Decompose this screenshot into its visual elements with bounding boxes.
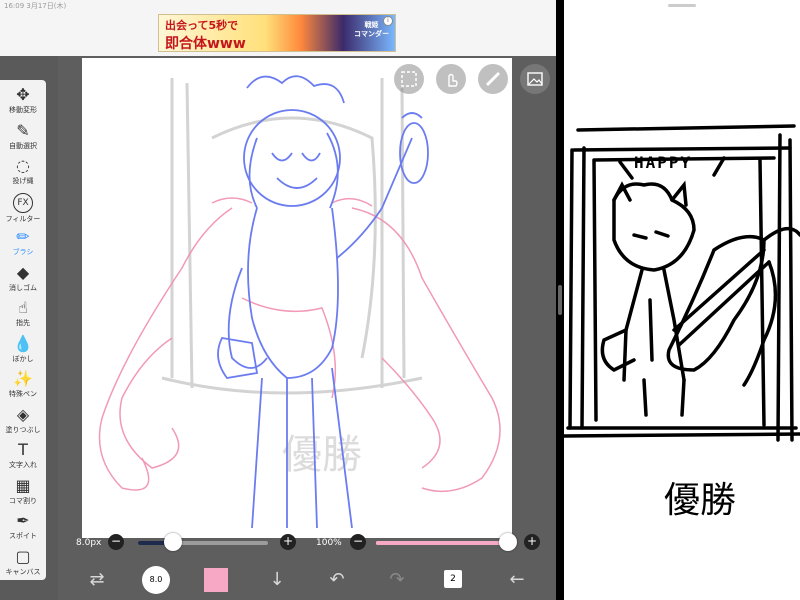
split-view-divider[interactable] <box>556 0 564 600</box>
swap-tool-icon[interactable]: ⇄ <box>84 568 110 592</box>
canvas-icon: ▢ <box>15 546 31 566</box>
tool-text[interactable]: T 文字入れ <box>0 439 46 475</box>
ad-strip: 出会って5秒で 即合体www 戦姫 コマンダー i <box>0 12 556 56</box>
tool-fill[interactable]: ◈ 塗りつぶし <box>0 404 46 440</box>
tool-label: キャンバス <box>5 567 41 576</box>
brush-size-decrease-button[interactable]: − <box>108 534 124 550</box>
eraser-icon: ◆ <box>16 262 30 282</box>
brush-size-knob[interactable] <box>164 533 183 551</box>
text-icon: T <box>18 440 28 459</box>
reference-image-button[interactable] <box>520 64 550 94</box>
tool-label: 自動選択 <box>9 141 37 150</box>
tool-label: コマ割り <box>9 496 37 505</box>
tool-filter[interactable]: FX フィルター <box>0 191 46 227</box>
canvas-sketch: 優勝 <box>98 75 501 529</box>
frame-divider-icon: ▦ <box>15 475 31 495</box>
tool-label: フィルター <box>5 214 41 223</box>
tool-brush[interactable]: ✏ ブラシ <box>0 226 46 262</box>
drawing-canvas[interactable]: 優勝 <box>82 58 512 538</box>
fill-icon: ◈ <box>16 404 30 424</box>
status-time: 16:09 3月17日(木) <box>4 2 67 10</box>
tool-label: 消しゴム <box>9 283 37 292</box>
selection-tool-button[interactable] <box>394 64 424 94</box>
tool-magic-wand[interactable]: ✎ 自動選択 <box>0 120 46 156</box>
opacity-decrease-button[interactable]: − <box>350 534 366 550</box>
canvas-watermark-text: 優勝 <box>282 432 362 478</box>
happy-text: HAPPY <box>634 153 692 172</box>
slider-row: 8.0px − + 100% − + <box>58 530 556 556</box>
brush-size-value: 8.0px <box>76 538 102 548</box>
bottom-bar: ⇄ 8.0 ↓ ↶ ↷ 2 ← <box>58 560 556 600</box>
reference-sketch-panel: HAPPY 優勝 <box>564 0 800 600</box>
tool-blur[interactable]: 💧 ぼかし <box>0 333 46 369</box>
tool-lasso[interactable]: ◌ 投げ縄 <box>0 155 46 191</box>
tool-palette: ✥ 移動変形 ✎ 自動選択 ◌ 投げ縄 FX フィルター ✏ ブラシ ◆ 消しゴム ☝ 指先 💧 ぼかし ✨ 特殊… <box>0 80 46 580</box>
brush-preview-button[interactable]: 8.0 <box>142 566 170 594</box>
ad-info-icon[interactable]: i <box>383 16 393 26</box>
opacity-value: 100% <box>316 538 342 548</box>
ad-headline: 出会って5秒で <box>165 19 239 32</box>
ibis-paint-app: 16:09 3月17日(木) 出会って5秒で 即合体www 戦姫 コマンダー i… <box>0 0 556 600</box>
color-swatch[interactable] <box>204 568 228 592</box>
download-arrow-icon[interactable]: ↓ <box>264 568 290 592</box>
back-arrow-icon[interactable]: ← <box>504 568 530 592</box>
tool-eyedropper[interactable]: ✒ スポイト <box>0 510 46 546</box>
opacity-increase-button[interactable]: + <box>524 534 540 550</box>
tool-label: スポイト <box>9 532 37 540</box>
finger-mode-button[interactable] <box>436 64 466 94</box>
brush-size-badge: 8.0 <box>149 575 163 584</box>
brush-icon: ✏ <box>16 227 30 246</box>
tool-finger[interactable]: ☝ 指先 <box>0 297 46 333</box>
divider-grip[interactable] <box>558 285 562 315</box>
ad-banner[interactable]: 出会って5秒で 即合体www 戦姫 コマンダー i <box>158 14 396 52</box>
undo-icon[interactable]: ↶ <box>324 568 350 592</box>
tool-label: ブラシ <box>12 248 34 256</box>
tool-frame-divider[interactable]: ▦ コマ割り <box>0 475 46 511</box>
redo-icon[interactable]: ↷ <box>384 568 410 592</box>
status-bar: 16:09 3月17日(木) <box>0 0 556 12</box>
magic-wand-icon: ✎ <box>16 120 30 140</box>
move-icon: ✥ <box>16 85 30 104</box>
selection-icon <box>401 71 417 87</box>
special-pen-icon: ✨ <box>13 369 33 388</box>
tool-eraser[interactable]: ◆ 消しゴム <box>0 262 46 298</box>
tool-label: 特殊ペン <box>9 390 37 398</box>
caption-text: 優勝 <box>664 480 736 521</box>
tool-label: 塗りつぶし <box>5 425 41 434</box>
finger-icon: ☝ <box>18 298 28 317</box>
tool-label: 指先 <box>16 319 30 327</box>
layers-button[interactable]: 2 <box>444 570 462 588</box>
touch-icon <box>448 73 458 87</box>
brush-size-track[interactable] <box>138 541 268 545</box>
ad-tagline: 即合体www <box>165 36 246 52</box>
blur-icon: 💧 <box>13 333 33 353</box>
tool-special-pen[interactable]: ✨ 特殊ペン <box>0 368 46 404</box>
eyedropper-icon: ✒ <box>16 511 30 530</box>
opacity-knob[interactable] <box>499 533 517 551</box>
tool-canvas[interactable]: ▢ キャンバス <box>0 546 46 582</box>
opacity-track[interactable] <box>376 541 508 545</box>
tool-label: 移動変形 <box>9 106 37 114</box>
tool-move[interactable]: ✥ 移動変形 <box>0 84 46 120</box>
image-icon <box>527 72 543 86</box>
tool-label: ぼかし <box>12 354 34 363</box>
tool-label: 投げ縄 <box>12 177 34 185</box>
tool-label: 文字入れ <box>9 461 37 469</box>
ruler-button[interactable] <box>478 64 508 94</box>
filter-icon: FX <box>13 192 33 213</box>
lasso-icon: ◌ <box>16 156 30 175</box>
ruler-icon <box>485 71 501 87</box>
layer-count: 2 <box>450 574 456 584</box>
reference-sketch: HAPPY 優勝 <box>564 124 800 521</box>
brush-size-increase-button[interactable]: + <box>280 534 296 550</box>
